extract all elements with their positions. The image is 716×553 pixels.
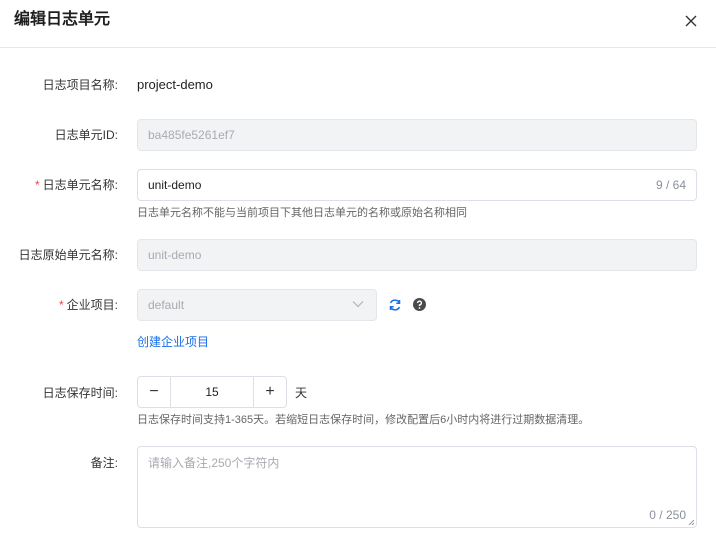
project-name-label: 日志项目名称: [42, 78, 118, 92]
enterprise-project-value: default [148, 298, 185, 312]
original-name-field: unit-demo [137, 239, 697, 271]
required-mark: * [34, 178, 40, 192]
help-icon[interactable] [413, 298, 426, 311]
unit-id-label: 日志单元ID: [54, 128, 118, 142]
unit-name-hint: 日志单元名称不能与当前项目下其他日志单元的名称或原始名称相同 [137, 207, 467, 219]
dialog-title: 编辑日志单元 [14, 11, 111, 28]
chevron-down-icon [352, 300, 364, 308]
enterprise-project-label: * 企业项目: [59, 297, 118, 313]
unit-name-label-text: 日志单元名称: [42, 178, 118, 192]
unit-name-input[interactable]: unit-demo 9 / 64 [137, 169, 697, 201]
project-name-value: project-demo [137, 77, 213, 92]
retention-stepper: − 15 + [137, 376, 287, 408]
refresh-icon[interactable] [388, 298, 402, 312]
unit-name-label: * 日志单元名称: [35, 177, 118, 193]
remark-counter: 0 / 250 [649, 508, 686, 522]
close-icon [685, 15, 697, 27]
close-button[interactable] [680, 10, 702, 32]
retention-hint: 日志保存时间支持1-365天。若缩短日志保存时间，修改配置后6小时内将进行过期数… [137, 414, 590, 426]
remark-placeholder: 请输入备注,250个字符内 [148, 456, 280, 470]
retention-label: 日志保存时间: [42, 386, 118, 400]
retention-value[interactable]: 15 [171, 377, 253, 407]
unit-name-counter: 9 / 64 [655, 178, 686, 192]
create-enterprise-project-link[interactable]: 创建企业项目 [137, 335, 209, 349]
unit-id-field: ba485fe5261ef7 [137, 119, 697, 151]
remark-textarea[interactable]: 请输入备注,250个字符内 0 / 250 [137, 446, 697, 528]
enterprise-project-select[interactable]: default [137, 289, 377, 321]
decrement-button[interactable]: − [138, 377, 171, 407]
unit-name-value: unit-demo [148, 178, 202, 192]
unit-id-value: ba485fe5261ef7 [148, 128, 235, 142]
original-name-placeholder: unit-demo [148, 248, 202, 262]
resize-handle-icon[interactable] [687, 518, 695, 526]
required-mark: * [58, 298, 64, 312]
enterprise-project-label-text: 企业项目: [66, 298, 118, 312]
increment-button[interactable]: + [253, 377, 286, 407]
retention-unit: 天 [295, 386, 308, 400]
dialog-header: 编辑日志单元 [0, 0, 716, 48]
remark-label: 备注: [90, 456, 118, 470]
original-name-label: 日志原始单元名称: [18, 248, 118, 262]
